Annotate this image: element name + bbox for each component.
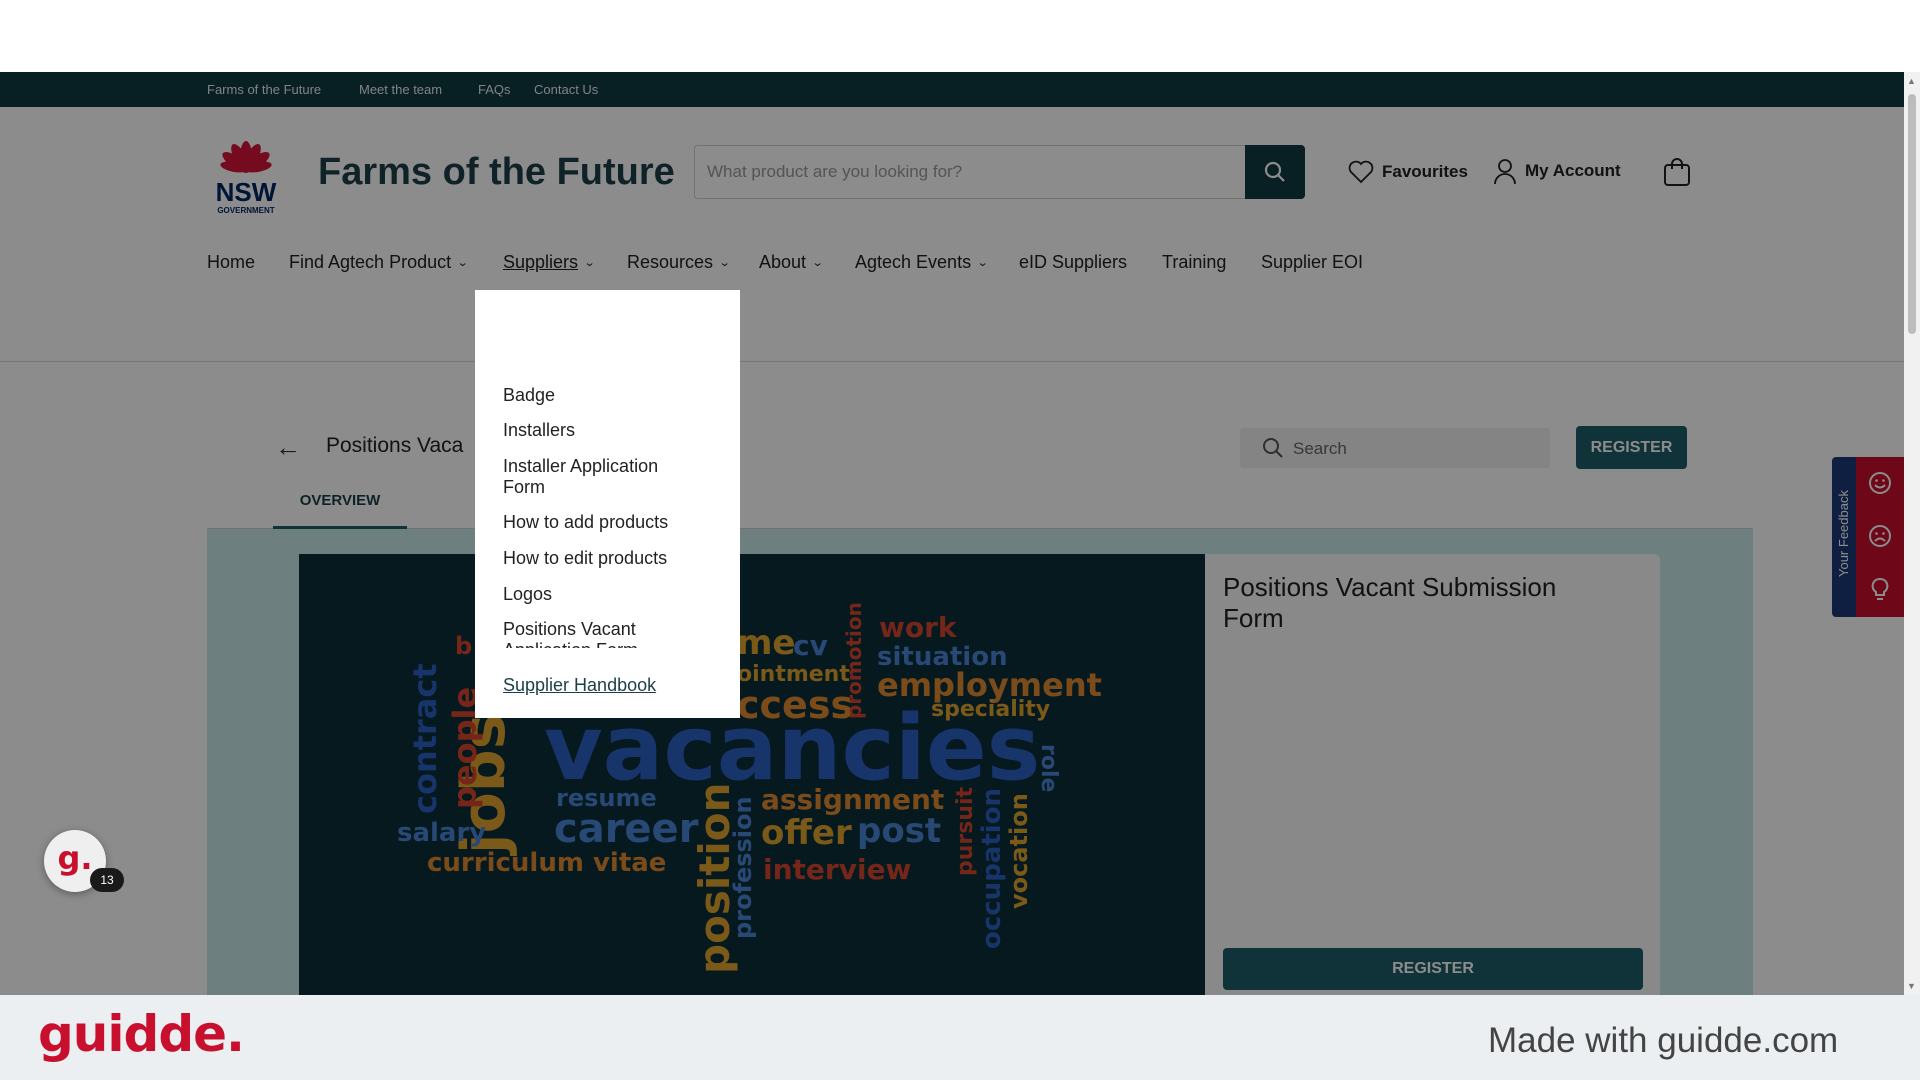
- suppliers-dropdown-menu-bottom: Supplier Handbook: [475, 648, 740, 718]
- dropdown-item-logos[interactable]: Logos: [503, 584, 552, 605]
- dropdown-item-how-to-edit-products[interactable]: How to edit products: [503, 548, 667, 569]
- dropdown-item-badge[interactable]: Badge: [503, 385, 555, 406]
- page-scrollbar[interactable]: ▲ ▼: [1904, 72, 1920, 995]
- guidde-help-glyph: g.: [57, 839, 93, 877]
- dropdown-item-installer-application-form[interactable]: Installer Application Form: [503, 456, 703, 498]
- help-count-badge: 13: [90, 868, 124, 892]
- scroll-down-icon[interactable]: ▼: [1907, 981, 1916, 991]
- scroll-up-icon[interactable]: ▲: [1907, 76, 1916, 86]
- browser-viewport: Farms of the Future Meet the team FAQs C…: [0, 72, 1920, 995]
- guidde-footer: guidde. Made with guidde.com: [0, 995, 1920, 1080]
- dim-overlay: [0, 72, 1904, 995]
- guidde-logo: guidde.: [38, 1005, 245, 1063]
- scroll-thumb[interactable]: [1908, 94, 1916, 334]
- made-with-text: Made with guidde.com: [1488, 1021, 1839, 1060]
- dropdown-item-how-to-add-products[interactable]: How to add products: [503, 512, 668, 533]
- top-blank-area: [0, 0, 1920, 72]
- suppliers-dropdown-menu: Badge Installers Installer Application F…: [475, 290, 740, 660]
- dropdown-item-supplier-handbook[interactable]: Supplier Handbook: [503, 675, 656, 696]
- dropdown-item-installers[interactable]: Installers: [503, 420, 575, 441]
